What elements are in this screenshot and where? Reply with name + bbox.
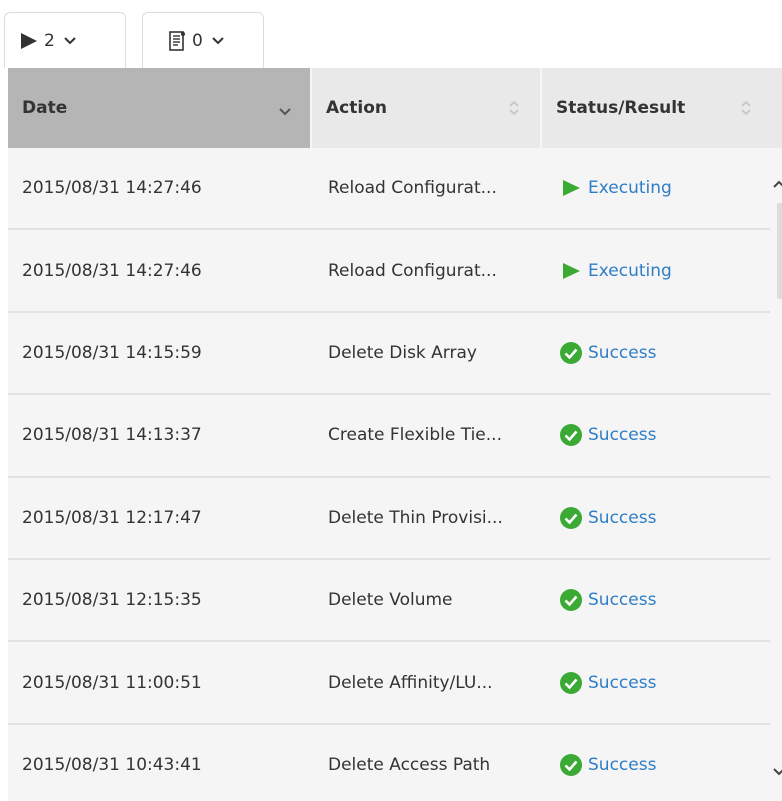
check-circle-icon xyxy=(558,340,584,366)
date-cell: 2015/08/31 14:13:37 xyxy=(22,425,202,446)
scroll-up-icon[interactable] xyxy=(772,174,782,193)
date-cell: 2015/08/31 11:00:51 xyxy=(22,672,202,693)
log-filter-button[interactable]: 0 xyxy=(142,12,264,68)
column-label: Status/Result xyxy=(556,98,686,118)
status-link[interactable]: Success xyxy=(588,343,656,363)
column-header-date[interactable]: Date xyxy=(8,68,312,148)
status-link[interactable]: Success xyxy=(588,508,656,528)
sort-icon xyxy=(508,98,520,123)
executing-filter-button[interactable]: 2 xyxy=(4,12,126,68)
status-link[interactable]: Executing xyxy=(588,261,672,281)
status-link[interactable]: Success xyxy=(588,590,656,610)
table-row[interactable]: 2015/08/31 14:27:46 Reload Configurat...… xyxy=(8,148,782,231)
play-icon xyxy=(19,31,39,51)
action-cell: Delete Volume xyxy=(328,590,453,611)
check-circle-icon xyxy=(558,670,584,696)
play-icon xyxy=(558,175,584,201)
table-row[interactable]: 2015/08/31 12:17:47 Delete Thin Provisi.… xyxy=(8,477,782,560)
table-row[interactable]: 2015/08/31 12:15:35 Delete Volume Succes… xyxy=(8,559,782,643)
status-cell: Success xyxy=(542,587,762,613)
scroll-thumb[interactable] xyxy=(777,203,782,299)
action-cell: Reload Configurat... xyxy=(328,178,497,199)
table-row[interactable]: 2015/08/31 14:27:46 Reload Configurat...… xyxy=(8,230,782,313)
status-cell: Success xyxy=(542,670,762,696)
history-table: Date Action Status/Result 2015/08/31 14:… xyxy=(8,68,782,801)
action-cell: Create Flexible Tie... xyxy=(328,425,502,446)
scroll-down-icon[interactable] xyxy=(772,762,782,781)
table-header: Date Action Status/Result xyxy=(8,68,782,148)
check-circle-icon xyxy=(558,422,584,448)
status-link[interactable]: Success xyxy=(588,673,656,693)
action-cell: Delete Thin Provisi... xyxy=(328,507,503,528)
executing-count: 2 xyxy=(44,30,55,51)
status-link[interactable]: Success xyxy=(588,425,656,445)
play-icon xyxy=(558,258,584,284)
table-row[interactable]: 2015/08/31 10:43:41 Delete Access Path S… xyxy=(8,724,782,801)
filter-bar: 2 0 xyxy=(0,0,782,68)
status-cell: Success xyxy=(542,422,762,448)
sort-icon xyxy=(740,98,752,123)
status-cell: Success xyxy=(542,340,762,366)
date-cell: 2015/08/31 12:17:47 xyxy=(22,507,202,528)
check-circle-icon xyxy=(558,587,584,613)
document-icon xyxy=(167,30,187,52)
date-cell: 2015/08/31 14:27:46 xyxy=(22,260,202,281)
vertical-scrollbar[interactable] xyxy=(770,148,782,801)
action-cell: Delete Disk Array xyxy=(328,342,477,363)
check-circle-icon xyxy=(558,505,584,531)
action-cell: Delete Access Path xyxy=(328,754,491,775)
table-row[interactable]: 2015/08/31 14:15:59 Delete Disk Array Su… xyxy=(8,312,782,396)
column-header-action[interactable]: Action xyxy=(312,68,542,148)
action-cell: Delete Affinity/LU... xyxy=(328,672,493,693)
log-count: 0 xyxy=(192,30,203,51)
date-cell: 2015/08/31 14:15:59 xyxy=(22,342,202,363)
status-cell: Success xyxy=(542,752,762,778)
date-cell: 2015/08/31 14:27:46 xyxy=(22,178,202,199)
table-row[interactable]: 2015/08/31 14:13:37 Create Flexible Tie.… xyxy=(8,395,782,478)
column-header-status[interactable]: Status/Result xyxy=(542,68,782,148)
column-label: Date xyxy=(22,98,68,118)
date-cell: 2015/08/31 10:43:41 xyxy=(22,754,202,775)
column-label: Action xyxy=(326,98,387,118)
check-circle-icon xyxy=(558,752,584,778)
status-cell: Executing xyxy=(542,258,762,284)
date-cell: 2015/08/31 12:15:35 xyxy=(22,590,202,611)
status-link[interactable]: Executing xyxy=(588,178,672,198)
action-cell: Reload Configurat... xyxy=(328,260,497,281)
table-row[interactable]: 2015/08/31 11:00:51 Delete Affinity/LU..… xyxy=(8,642,782,725)
status-cell: Success xyxy=(542,505,762,531)
status-link[interactable]: Success xyxy=(588,755,656,775)
chevron-down-icon xyxy=(63,36,77,46)
sort-desc-icon xyxy=(278,102,292,122)
table-body: 2015/08/31 14:27:46 Reload Configurat...… xyxy=(8,148,782,801)
chevron-down-icon xyxy=(211,36,225,46)
status-cell: Executing xyxy=(542,175,762,201)
